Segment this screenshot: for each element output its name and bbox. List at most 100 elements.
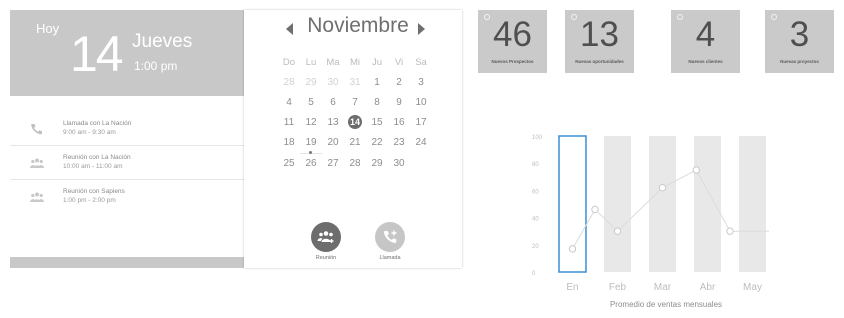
x-tick-label: Feb bbox=[609, 282, 627, 293]
data-point bbox=[613, 227, 622, 235]
stat-label: Nuevos Prospectos bbox=[491, 59, 534, 64]
stat-label: Nuevas oportunidades bbox=[575, 59, 624, 64]
new-call-label: Llamada bbox=[379, 255, 401, 261]
calendar-day[interactable]: 3 bbox=[410, 73, 432, 93]
stat-value: 3 bbox=[789, 15, 810, 54]
today-date-block: Hoy 14 Jueves 1:00 pm bbox=[10, 10, 244, 96]
stat-value: 46 bbox=[493, 15, 532, 54]
sales-chart: En Feb Mar Abr May 0 20 40 60 80 100 bbox=[532, 135, 769, 293]
calendar-day[interactable]: 22 bbox=[366, 133, 388, 153]
event-time: 1:00 pm - 2:00 pm bbox=[63, 197, 116, 204]
new-call-button[interactable] bbox=[375, 222, 405, 252]
calendar-day[interactable]: 30 bbox=[322, 73, 344, 93]
event-item[interactable]: Reunión con La Nación 10:00 am - 11:00 a… bbox=[10, 146, 244, 180]
event-title: Reunión con Sapiens bbox=[63, 188, 125, 195]
weekday-header: Ju bbox=[371, 57, 383, 68]
calendar-day[interactable]: 31 bbox=[344, 73, 366, 93]
calendar-day[interactable]: 25 bbox=[278, 154, 300, 174]
bar bbox=[604, 136, 631, 272]
calendar-day[interactable]: 9 bbox=[388, 93, 410, 113]
chart-caption: Promedio de ventas mensuales bbox=[609, 300, 723, 309]
calendar-day[interactable]: 2 bbox=[388, 73, 410, 93]
y-tick-label: 80 bbox=[532, 162, 539, 168]
event-time: 10:00 am - 11:00 am bbox=[63, 163, 123, 170]
calendar-day[interactable]: 27 bbox=[322, 154, 344, 174]
chevron-right-icon[interactable] bbox=[418, 23, 425, 35]
calendar-day[interactable]: 13 bbox=[322, 113, 344, 133]
x-tick-label: En bbox=[566, 282, 578, 293]
add-group-icon bbox=[317, 231, 334, 243]
stat-card-opportunities[interactable]: 13 Nuevas oportunidades bbox=[565, 10, 634, 73]
phone-icon bbox=[31, 124, 42, 135]
group-icon bbox=[30, 158, 44, 168]
data-point bbox=[658, 183, 667, 192]
event-time: 9:00 am - 9:30 am bbox=[63, 129, 116, 136]
weekday-header: Do bbox=[282, 57, 296, 68]
calendar-day[interactable]: 16 bbox=[388, 113, 410, 133]
calendar-day[interactable]: 7 bbox=[344, 93, 366, 113]
calendar-day[interactable]: 8 bbox=[366, 93, 388, 113]
weekday-header: Sa bbox=[415, 57, 427, 68]
calendar-day[interactable]: 1 bbox=[366, 73, 388, 93]
group-icon bbox=[30, 192, 44, 202]
x-tick-label: May bbox=[743, 282, 762, 293]
data-point bbox=[726, 227, 734, 235]
weekday-label: Jueves bbox=[132, 31, 193, 52]
stat-value: 13 bbox=[580, 15, 619, 54]
calendar-day[interactable]: 29 bbox=[300, 73, 322, 93]
stat-label: Nuevos clientes bbox=[688, 59, 723, 64]
add-call-icon bbox=[384, 230, 397, 243]
y-tick-label: 20 bbox=[532, 244, 539, 250]
data-point bbox=[568, 245, 577, 253]
calendar-day[interactable]: 26 bbox=[300, 154, 322, 174]
current-time: 1:00 pm bbox=[134, 59, 178, 73]
calendar-day[interactable]: 19 bbox=[300, 133, 322, 154]
stat-value: 4 bbox=[695, 15, 716, 54]
calendar-month: Noviembre bbox=[307, 14, 409, 37]
weekday-header: Mi bbox=[349, 57, 361, 68]
x-tick-label: Mar bbox=[654, 282, 672, 293]
stat-card-projects[interactable]: 3 Nuevas proyectos bbox=[765, 10, 834, 73]
calendar-day[interactable]: 12 bbox=[300, 113, 322, 133]
calendar-day[interactable]: 4 bbox=[278, 93, 300, 113]
event-title: Llamada con La Nación bbox=[63, 120, 132, 127]
calendar-day[interactable]: 10 bbox=[410, 93, 432, 113]
bar bbox=[739, 136, 766, 272]
calendar-day-selected[interactable]: 14 bbox=[344, 113, 366, 133]
event-title: Reunión con La Nación bbox=[63, 154, 131, 161]
agenda-panel: Hoy 14 Jueves 1:00 pm Llamada con La Nac… bbox=[10, 10, 244, 268]
chevron-left-icon[interactable] bbox=[286, 23, 293, 35]
calendar-day[interactable]: 20 bbox=[322, 133, 344, 153]
weekday-header: Ma bbox=[326, 57, 340, 68]
new-meeting-button[interactable] bbox=[311, 222, 341, 252]
calendar-day[interactable]: 6 bbox=[322, 93, 344, 113]
calendar-day[interactable]: 30 bbox=[388, 154, 410, 174]
calendar-day[interactable]: 5 bbox=[300, 93, 322, 113]
calendar-day[interactable]: 29 bbox=[366, 154, 388, 174]
calendar-grid: Do Lu Ma Mi Ju Vi Sa 28 29 30 31 1 2 3 4 5 6 7 8 9 10 11 12 13 1… bbox=[278, 53, 432, 174]
weekday-header: Vi bbox=[394, 57, 404, 68]
stat-label: Nuevas proyectos bbox=[780, 59, 819, 64]
calendar-day[interactable]: 17 bbox=[410, 113, 432, 133]
y-tick-label: 100 bbox=[532, 135, 543, 141]
calendar-day[interactable]: 21 bbox=[344, 133, 366, 153]
x-tick-label: Abr bbox=[700, 282, 716, 293]
event-item[interactable]: Reunión con Sapiens 1:00 pm - 2:00 pm bbox=[10, 180, 244, 213]
calendar-day[interactable]: 23 bbox=[388, 133, 410, 153]
agenda-footer-bar bbox=[10, 257, 244, 268]
calendar-day[interactable]: 24 bbox=[410, 133, 432, 153]
calendar-day[interactable]: 11 bbox=[278, 113, 300, 133]
y-tick-label: 40 bbox=[532, 217, 539, 223]
bar bbox=[694, 136, 721, 272]
y-tick-label: 0 bbox=[532, 271, 536, 277]
stat-card-clients[interactable]: 4 Nuevos clientes bbox=[671, 10, 740, 73]
today-label: Hoy bbox=[36, 21, 60, 36]
calendar-day[interactable]: 18 bbox=[278, 133, 300, 153]
event-item[interactable]: Llamada con La Nación 9:00 am - 9:30 am bbox=[10, 112, 244, 146]
calendar-day[interactable]: 28 bbox=[344, 154, 366, 174]
calendar-day[interactable]: 15 bbox=[366, 113, 388, 133]
calendar-day[interactable]: 28 bbox=[278, 73, 300, 93]
bar bbox=[649, 136, 676, 272]
stat-card-prospects[interactable]: 46 Nuevos Prospectos bbox=[478, 10, 547, 73]
day-number: 14 bbox=[70, 26, 124, 82]
